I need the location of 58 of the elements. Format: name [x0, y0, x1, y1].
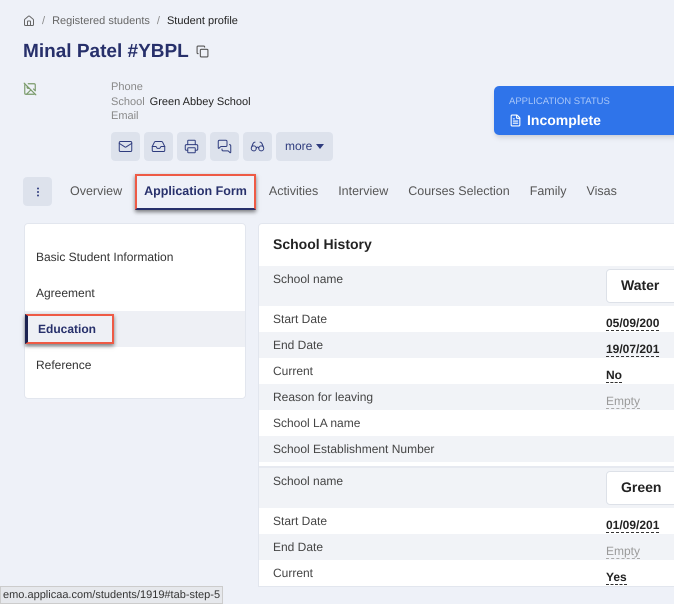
editable-value[interactable]: Yes — [606, 570, 627, 584]
breadcrumb-separator: / — [42, 14, 46, 29]
profile-label: School — [111, 94, 145, 109]
breadcrumb-link[interactable]: Registered students — [52, 13, 150, 30]
school-name-field[interactable]: Green — [606, 470, 674, 504]
field-label: School name — [272, 270, 344, 288]
inbox-icon — [151, 138, 166, 154]
field-label: Reason for leaving — [272, 388, 374, 406]
editable-value[interactable]: 19/07/201 — [606, 342, 660, 356]
status-label: APPLICATION STATUS — [509, 95, 611, 109]
broken-image-icon — [23, 82, 37, 96]
mail-button[interactable] — [111, 132, 140, 160]
chat-button[interactable] — [210, 132, 239, 160]
glasses-icon — [250, 138, 265, 154]
field-label: School Establishment Number — [272, 440, 436, 458]
caret-icon — [316, 144, 324, 148]
sidebar-item[interactable]: Reference — [25, 346, 245, 382]
glasses-button[interactable] — [243, 132, 272, 160]
field-label: End Date — [272, 538, 324, 556]
tab[interactable]: Family — [522, 174, 574, 210]
profile-value: Green Abbey School — [150, 94, 251, 109]
field-label: Start Date — [272, 310, 328, 328]
panel-title: School History — [272, 235, 373, 254]
tab[interactable]: Visas — [580, 174, 624, 210]
editable-value[interactable]: 05/09/200 — [606, 316, 660, 330]
field-label: School name — [272, 472, 344, 490]
editable-value[interactable]: 01/09/201 — [606, 518, 660, 532]
student-name: Minal Patel #YBPL — [23, 40, 189, 64]
field-label: Start Date — [272, 512, 328, 530]
status-bar-url: emo.applicaa.com/students/1919#tab-step-5 — [0, 586, 224, 604]
tab[interactable]: Overview — [63, 174, 130, 210]
field-label: End Date — [272, 336, 324, 354]
profile-label: Phone — [111, 80, 144, 94]
tab[interactable]: Activities — [262, 174, 326, 210]
profile-label: Email — [111, 109, 140, 124]
printer-button[interactable] — [177, 132, 206, 160]
mail-icon — [118, 138, 133, 154]
editable-value[interactable]: No — [606, 368, 622, 382]
tab[interactable]: Courses Selection — [401, 174, 517, 210]
breadcrumb-separator: / — [156, 14, 160, 29]
field-label: Current — [272, 564, 314, 582]
field-label: School LA name — [272, 414, 362, 432]
home-icon[interactable] — [23, 15, 35, 28]
field-label: Current — [272, 362, 314, 380]
tab[interactable]: Application Form — [135, 174, 256, 210]
chat-icon — [217, 138, 232, 154]
sidebar-item[interactable]: Education — [25, 310, 245, 346]
school-name-field[interactable]: Water — [606, 268, 674, 302]
copy-icon[interactable] — [196, 45, 209, 58]
sidebar-item[interactable]: Basic Student Information — [25, 238, 245, 274]
printer-icon — [184, 138, 199, 154]
breadcrumb-current: Student profile — [166, 14, 238, 29]
document-icon — [509, 114, 522, 128]
sidebar-item[interactable]: Agreement — [25, 274, 245, 310]
inbox-button[interactable] — [144, 132, 173, 160]
tab[interactable]: Interview — [331, 174, 396, 210]
status-value: Incomplete — [527, 111, 601, 130]
more-button[interactable]: more — [276, 132, 334, 160]
